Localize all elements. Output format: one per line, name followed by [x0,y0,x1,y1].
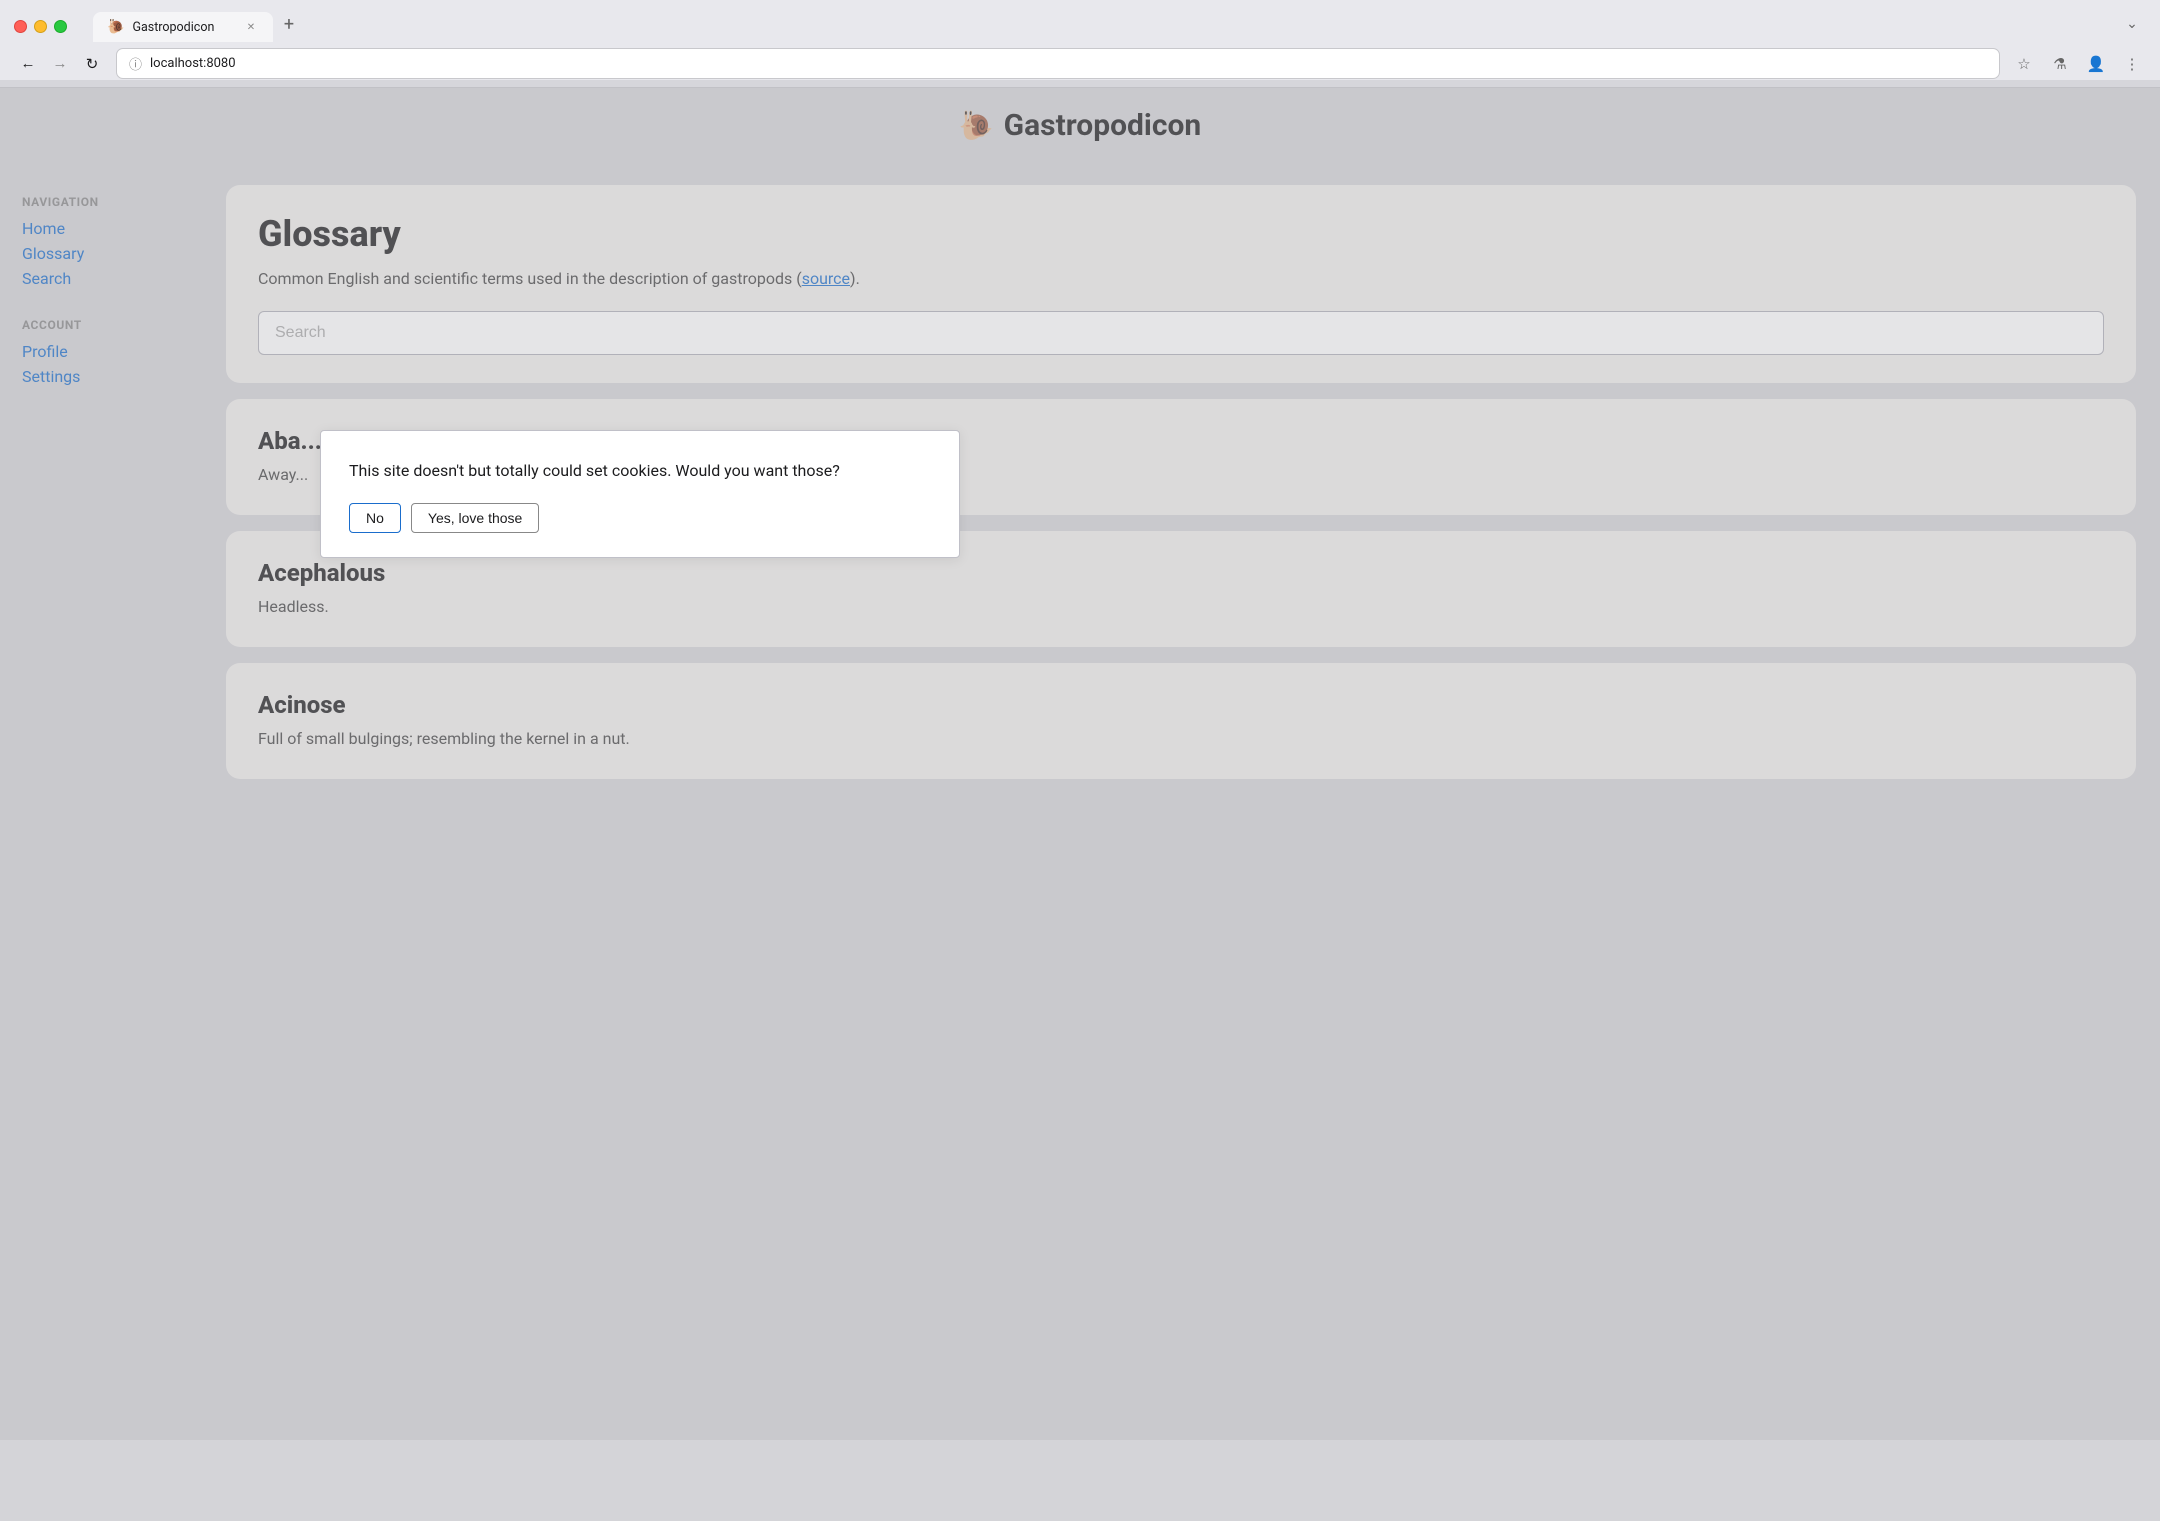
browser-toolbar: ← → ↻ ⓘ localhost:8080 ☆ ⚗ 👤 ⋮ [0,42,2160,87]
sidebar-item-profile[interactable]: Profile [20,340,210,363]
term-definition-2: Full of small bulgings; resembling the k… [258,727,2104,751]
browser-chrome: 🐌 Gastropodicon ✕ + ⌄ ← → ↻ ⓘ localhost:… [0,0,2160,88]
sidebar-item-home[interactable]: Home [20,217,210,240]
cookie-dialog: This site doesn't but totally could set … [320,430,960,558]
menu-button[interactable]: ⋮ [2118,50,2146,78]
tab-title: Gastropodicon [132,20,214,35]
nav-section-label: NAVIGATION [20,195,210,209]
sidebar: NAVIGATION Home Glossary Search ACCOUNT … [20,185,210,1497]
profile-button[interactable]: 👤 [2082,50,2110,78]
back-button[interactable]: ← [14,50,42,78]
account-section-label: ACCOUNT [20,318,210,332]
app-header: 🐌 Gastropodicon [0,88,2160,161]
description-text: Common English and scientific terms used… [258,269,802,288]
glossary-title: Glossary [258,213,2104,255]
app-icon: 🐌 [959,109,994,142]
glossary-search-input[interactable] [258,311,2104,355]
browser-titlebar: 🐌 Gastropodicon ✕ + ⌄ [0,0,2160,42]
cookie-buttons: No Yes, love those [349,503,931,533]
glossary-header-card: Glossary Common English and scientific t… [226,185,2136,383]
tab-dropdown-button[interactable]: ⌄ [2118,10,2146,38]
app-title: 🐌 Gastropodicon [0,108,2160,143]
app-title-text: Gastropodicon [1004,108,1202,143]
cookie-message: This site doesn't but totally could set … [349,459,931,483]
sidebar-item-search[interactable]: Search [20,267,210,290]
forward-button[interactable]: → [46,50,74,78]
nav-buttons: ← → ↻ [14,50,106,78]
term-title-2: Acinose [258,691,2104,719]
page-layout: NAVIGATION Home Glossary Search ACCOUNT … [0,161,2160,1521]
maximize-button[interactable] [54,20,67,33]
tab-favicon: 🐌 [107,19,124,35]
term-definition-1: Headless. [258,595,2104,619]
cookie-no-button[interactable]: No [349,503,401,533]
account-links: Profile Settings [20,340,210,388]
traffic-lights [14,20,67,33]
source-link[interactable]: source [802,269,850,288]
security-icon: ⓘ [129,54,142,73]
main-content: Glossary Common English and scientific t… [210,185,2136,1497]
bookmark-button[interactable]: ☆ [2010,50,2038,78]
term-title-1: Acephalous [258,559,2104,587]
active-tab[interactable]: 🐌 Gastropodicon ✕ [93,12,273,42]
cookie-yes-button[interactable]: Yes, love those [411,503,539,533]
close-button[interactable] [14,20,27,33]
sidebar-item-glossary[interactable]: Glossary [20,242,210,265]
tab-close-button[interactable]: ✕ [243,19,259,35]
refresh-button[interactable]: ↻ [78,50,106,78]
description-end: ). [850,269,860,288]
term-card-2: Acinose Full of small bulgings; resembli… [226,663,2136,779]
sidebar-item-settings[interactable]: Settings [20,365,210,388]
address-url: localhost:8080 [150,56,1987,71]
toolbar-actions: ☆ ⚗ 👤 ⋮ [2010,50,2146,78]
browser-tabs: 🐌 Gastropodicon ✕ + [93,10,2110,42]
address-bar[interactable]: ⓘ localhost:8080 [116,48,2000,79]
navigation-links: Home Glossary Search [20,217,210,290]
labs-button[interactable]: ⚗ [2046,50,2074,78]
minimize-button[interactable] [34,20,47,33]
glossary-description: Common English and scientific terms used… [258,267,2104,291]
new-tab-button[interactable]: + [275,10,303,38]
